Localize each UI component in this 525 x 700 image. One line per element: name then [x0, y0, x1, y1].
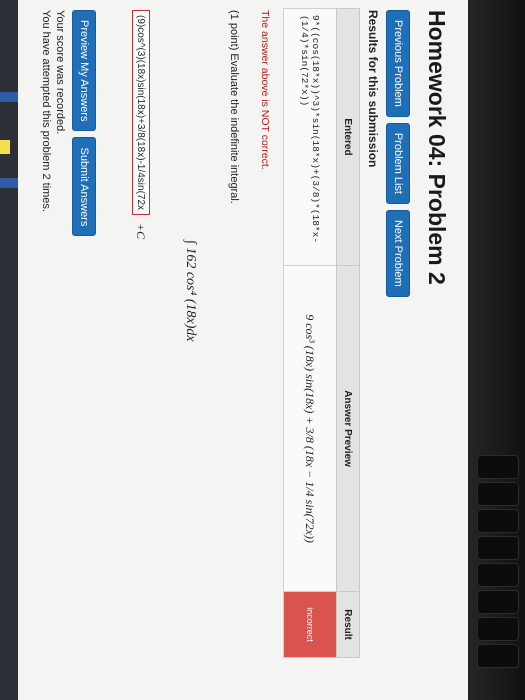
preview-answers-button[interactable]: Preview My Answers [72, 10, 96, 132]
preview-header: Answer Preview [336, 265, 360, 592]
keyboard-key [477, 482, 519, 506]
next-problem-button[interactable]: Next Problem [386, 209, 410, 297]
answer-input[interactable] [132, 10, 150, 215]
score-recorded-text: Your score was recorded. [54, 10, 66, 135]
left-sidebar [0, 0, 18, 700]
keyboard-key [477, 590, 519, 614]
submit-answers-button[interactable]: Submit Answers [72, 137, 96, 237]
keyboard-key [477, 455, 519, 479]
problem-list-button[interactable]: Problem List [386, 122, 410, 204]
incorrect-notice: The answer above is NOT correct. [259, 10, 271, 170]
entered-cell: 9*((cos(18*x))^3)*sin(18*x)+(3/8)*(18*x-… [283, 8, 337, 266]
sidebar-yellow-marker [0, 140, 10, 154]
problem-page: Homework 04: Problem 2 Previous Problem … [18, 0, 468, 700]
entered-header: Entered [336, 8, 360, 266]
attempts-text: You have attempted this problem 2 times. [40, 10, 52, 212]
results-heading: Results for this submission [366, 10, 380, 168]
sidebar-blue-marker-2 [0, 178, 18, 188]
constant-suffix: +C [134, 223, 149, 240]
integral-expression: ∫ 162 cos⁴ (18x)dx [183, 240, 198, 342]
keyboard-key [477, 644, 519, 668]
keyboard-key [477, 509, 519, 533]
preview-cell: 9 cos³ (18x) sin(18x) + 3/8 (18x − 1/4 s… [283, 265, 337, 592]
result-header: Result [336, 591, 360, 658]
result-cell: incorrect [283, 591, 337, 658]
sidebar-blue-marker [0, 92, 18, 102]
keyboard-key [477, 536, 519, 560]
results-table: Entered Answer Preview Result 9*((cos(18… [283, 8, 360, 658]
keyboard-key [477, 563, 519, 587]
keyboard-key [477, 617, 519, 641]
table-row: 9*((cos(18*x))^3)*sin(18*x)+(3/8)*(18*x-… [283, 8, 337, 658]
page-title: Homework 04: Problem 2 [424, 10, 450, 285]
results-header-row: Entered Answer Preview Result [336, 8, 360, 658]
answer-row: +C [132, 10, 150, 239]
browser-viewport: Homework 04: Problem 2 Previous Problem … [18, 0, 468, 700]
problem-prompt: (1 point) Evaluate the indefinite integr… [228, 10, 240, 204]
problem-nav: Previous Problem Problem List Next Probl… [386, 10, 410, 297]
answer-actions: Preview My Answers Submit Answers [72, 10, 96, 237]
previous-problem-button[interactable]: Previous Problem [386, 10, 410, 117]
